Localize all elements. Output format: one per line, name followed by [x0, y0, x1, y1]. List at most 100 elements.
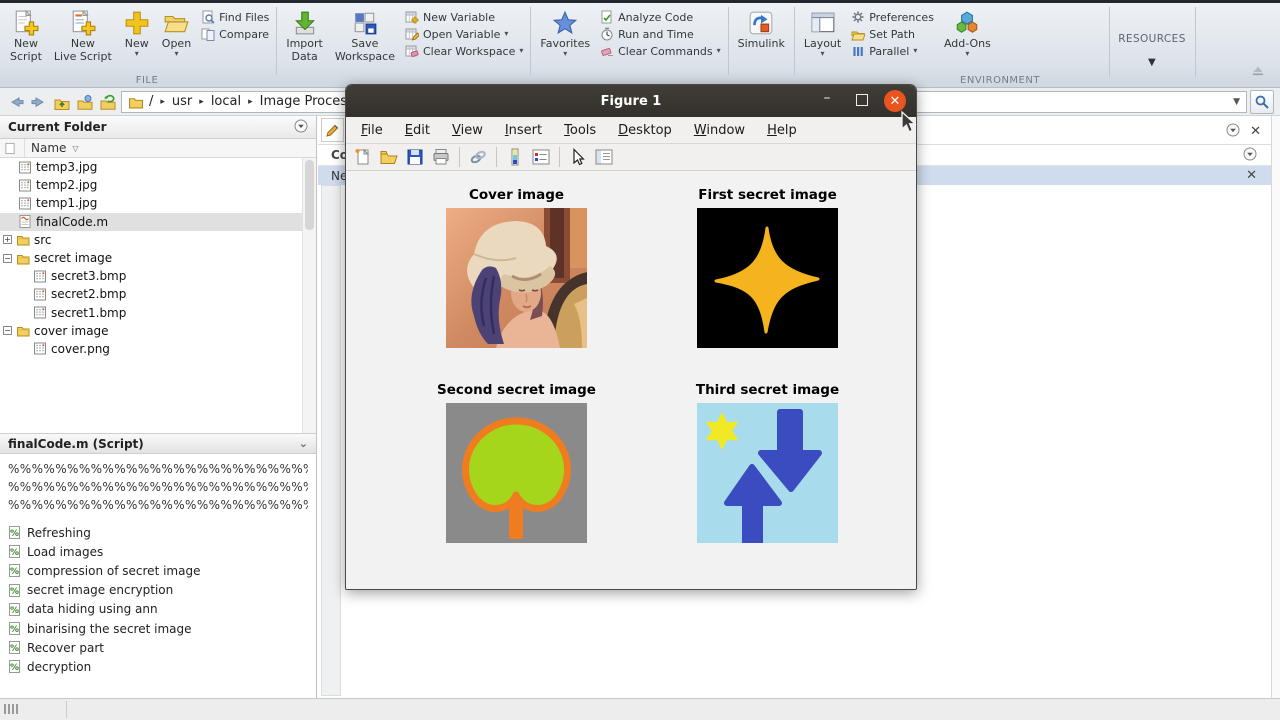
folder-file-icon: [16, 252, 30, 265]
tree-row[interactable]: temp1.jpg: [0, 194, 302, 212]
minimize-button[interactable]: –: [818, 91, 836, 109]
tree-scrollbar[interactable]: [302, 158, 316, 436]
close-editor-button[interactable]: ✕: [1250, 125, 1261, 138]
editor-menu-button[interactable]: [1226, 122, 1240, 141]
close-banner-button[interactable]: ✕: [1246, 168, 1257, 183]
resources-section[interactable]: RESOURCES ▼: [1112, 7, 1192, 77]
close-button[interactable]: ✕: [884, 90, 906, 112]
link-plot-button[interactable]: [467, 146, 489, 168]
menu-desktop[interactable]: Desktop: [607, 123, 683, 138]
collapse-details-icon[interactable]: ⌄: [299, 437, 308, 450]
compare-button[interactable]: Compare: [201, 27, 269, 41]
save-workspace-button[interactable]: Save Workspace: [329, 7, 401, 75]
new-live-script-button[interactable]: New Live Script: [48, 7, 118, 75]
browse-cloud-button[interactable]: [75, 92, 95, 112]
new-button[interactable]: New ▾: [118, 7, 156, 75]
layout-button[interactable]: Layout ▾: [798, 7, 847, 75]
print-button[interactable]: [430, 146, 452, 168]
open-button[interactable]: Open ▾: [156, 7, 197, 75]
new-live-script-label: New: [70, 37, 95, 50]
command-window-menu-button[interactable]: [1243, 147, 1257, 164]
breadcrumb-item[interactable]: local: [211, 94, 241, 109]
section-label: Refreshing: [27, 525, 91, 540]
insert-colorbar-button[interactable]: [504, 146, 526, 168]
menu-help[interactable]: Help: [756, 123, 808, 138]
clear-workspace-button[interactable]: Clear Workspace ▾: [405, 44, 523, 58]
search-button[interactable]: [1250, 89, 1274, 114]
clear-commands-icon: [600, 44, 614, 58]
run-and-time-button[interactable]: Run and Time: [600, 27, 721, 41]
breadcrumb-separator-icon: ▸: [160, 96, 165, 107]
tree-row[interactable]: temp2.jpg: [0, 176, 302, 194]
add-ons-button[interactable]: Add-Ons ▾: [938, 7, 997, 75]
simulink-button[interactable]: Simulink: [732, 7, 791, 75]
tree-row[interactable]: cover.png: [0, 340, 302, 358]
forward-button[interactable]: [29, 92, 49, 112]
tree-row[interactable]: − cover image: [0, 322, 302, 340]
parallel-button[interactable]: Parallel ▾: [851, 44, 934, 58]
tree-row[interactable]: secret2.bmp: [0, 285, 302, 303]
set-path-label: Set Path: [869, 27, 915, 41]
open-folder-button[interactable]: [378, 146, 400, 168]
new-script-button[interactable]: New Script: [4, 7, 48, 75]
save-button[interactable]: [404, 146, 426, 168]
expander-minus-icon[interactable]: −: [3, 326, 12, 336]
breadcrumb-separator-icon: ▸: [199, 96, 204, 107]
collapse-toolstrip-button[interactable]: [1250, 63, 1266, 79]
open-icon: [163, 9, 190, 37]
open-variable-label: Open Variable: [422, 27, 501, 41]
comment-line: %%%%%%%%%%%%%%%%%%%%%%%%%%%%%%%: [8, 462, 308, 476]
breadcrumb-item[interactable]: /: [149, 94, 153, 109]
property-editor-button[interactable]: [593, 146, 615, 168]
set-path-icon: [851, 27, 866, 41]
up-folder-button[interactable]: [52, 92, 72, 112]
tree-row[interactable]: secret1.bmp: [0, 304, 302, 322]
editor-tab-button[interactable]: [321, 118, 344, 142]
image-file-icon: [33, 306, 47, 319]
new-variable-label: New Variable: [422, 10, 496, 24]
import-data-button[interactable]: Import Data: [280, 7, 329, 75]
set-path-button[interactable]: Set Path: [851, 27, 934, 41]
tree-row[interactable]: finalCode.m: [0, 212, 302, 231]
clear-commands-button[interactable]: Clear Commands ▾: [600, 44, 721, 58]
current-folder-title: Current Folder: [8, 120, 107, 134]
breadcrumb-item[interactable]: usr: [172, 94, 192, 109]
find-files-label: Find Files: [219, 10, 270, 24]
favorites-button[interactable]: Favorites ▾: [534, 7, 596, 75]
toolbar-separator: [559, 147, 560, 167]
menu-insert[interactable]: Insert: [494, 123, 553, 138]
path-dropdown-arrow-icon[interactable]: ▼: [1233, 97, 1240, 107]
expander-minus-icon[interactable]: −: [3, 253, 12, 263]
menu-view[interactable]: View: [441, 123, 494, 138]
tree-row[interactable]: − secret image: [0, 249, 302, 267]
analyze-code-button[interactable]: Analyze Code: [600, 10, 721, 24]
name-column-header[interactable]: Name ▽: [0, 139, 316, 158]
back-button[interactable]: [6, 92, 26, 112]
right-edge-strip: [1271, 116, 1280, 698]
insert-legend-button[interactable]: [530, 146, 552, 168]
menu-window[interactable]: Window: [683, 123, 756, 138]
minimized-editor-strip[interactable]: [321, 185, 341, 696]
maximize-button[interactable]: [856, 94, 868, 106]
cloud-folder-icon: [77, 94, 93, 110]
menu-edit[interactable]: Edit: [394, 123, 441, 138]
file-name: cover.png: [51, 341, 110, 356]
find-files-button[interactable]: Find Files: [201, 10, 269, 24]
new-variable-button[interactable]: New Variable: [405, 10, 523, 24]
panel-menu-button[interactable]: [294, 119, 308, 136]
breadcrumb-item[interactable]: Image Proces: [260, 94, 347, 109]
expander-plus-icon[interactable]: +: [3, 235, 12, 245]
file-name: secret image: [34, 251, 113, 266]
details-header[interactable]: finalCode.m (Script) ⌄: [0, 433, 316, 454]
new-doc-button[interactable]: [352, 146, 374, 168]
preferences-button[interactable]: Preferences: [851, 10, 934, 24]
figure-titlebar[interactable]: Figure 1 – ✕: [346, 85, 916, 117]
menu-tools[interactable]: Tools: [553, 123, 607, 138]
tree-row[interactable]: + src: [0, 231, 302, 249]
menu-file[interactable]: File: [350, 123, 394, 138]
tree-row[interactable]: secret3.bmp: [0, 267, 302, 285]
edit-plot-button[interactable]: [567, 146, 589, 168]
refresh-folder-button[interactable]: [98, 92, 118, 112]
tree-row[interactable]: temp3.jpg: [0, 158, 302, 176]
open-variable-button[interactable]: Open Variable ▾: [405, 27, 523, 41]
